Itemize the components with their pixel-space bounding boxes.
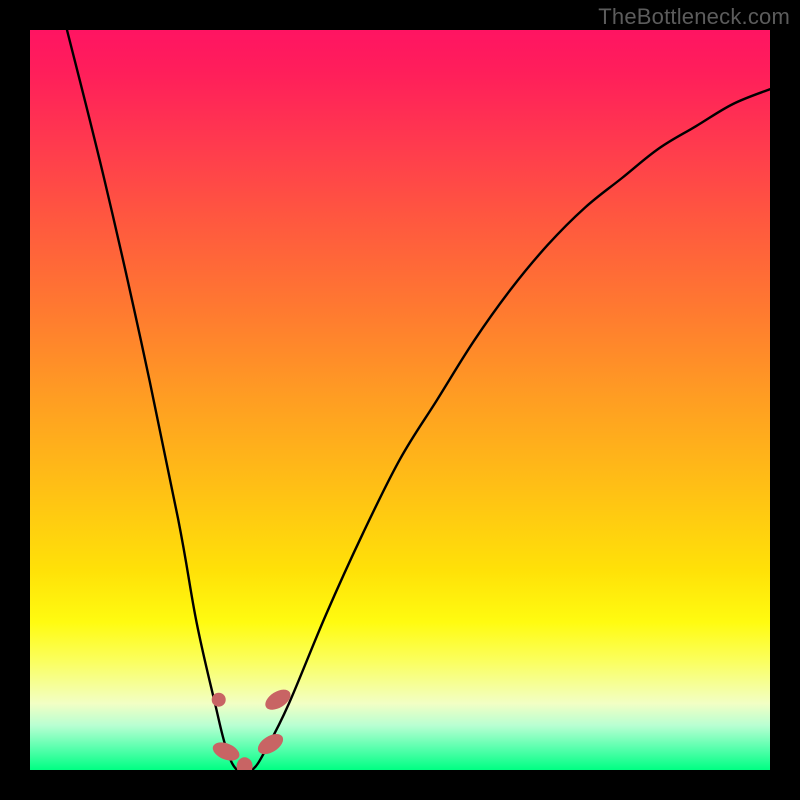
min-left-blob bbox=[210, 739, 242, 764]
plot-area bbox=[30, 30, 770, 770]
curve-layer bbox=[30, 30, 770, 770]
bottleneck-curve bbox=[67, 30, 770, 770]
min-right-top bbox=[262, 685, 294, 713]
min-right-blob bbox=[254, 730, 286, 758]
chart-stage: TheBottleneck.com bbox=[0, 0, 800, 800]
marker-group bbox=[210, 685, 294, 770]
watermark-text: TheBottleneck.com bbox=[598, 4, 790, 30]
min-left-dot bbox=[212, 693, 226, 707]
min-floor-blob bbox=[237, 757, 253, 770]
